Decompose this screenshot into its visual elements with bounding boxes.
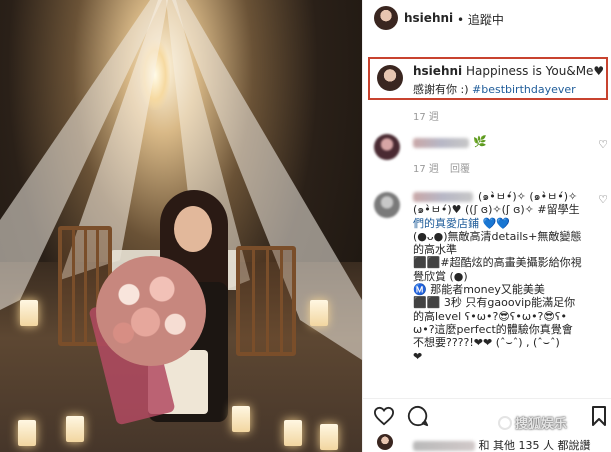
- action-divider: [363, 398, 611, 399]
- comment-reply-link[interactable]: 回覆: [450, 160, 470, 175]
- liker-avatar[interactable]: [377, 434, 393, 450]
- photo-person-face: [174, 206, 212, 252]
- flower-bouquet: [96, 256, 206, 366]
- post-photo[interactable]: [0, 0, 362, 452]
- avatar[interactable]: [374, 6, 398, 30]
- caption-hashtag[interactable]: #bestbirthdayever: [472, 83, 576, 96]
- caption-text: Happiness is You&Me♥: [466, 64, 605, 78]
- photo-chair: [236, 246, 296, 356]
- heart-outline-icon[interactable]: [373, 406, 395, 426]
- bookmark-icon[interactable]: [591, 406, 607, 426]
- candle-lantern: [320, 424, 338, 450]
- candle-lantern: [18, 420, 36, 446]
- follow-status[interactable]: • 追蹤中: [457, 11, 504, 28]
- comment-avatar[interactable]: [374, 192, 400, 218]
- watermark-logo-icon: [498, 416, 512, 430]
- caption-avatar[interactable]: [377, 65, 403, 91]
- candle-lantern: [20, 300, 38, 326]
- comment-avatar[interactable]: [374, 134, 400, 160]
- comment-time: 17 週: [413, 164, 439, 175]
- candle-lantern: [66, 416, 84, 442]
- caption-username[interactable]: hsiehni: [413, 64, 462, 78]
- blurred-username[interactable]: [413, 138, 469, 148]
- candle-lantern: [310, 300, 328, 326]
- post-sidebar: hsiehni • 追蹤中 hsiehni Happiness is You&M…: [362, 0, 611, 452]
- header-username[interactable]: hsiehni: [404, 11, 453, 25]
- blurred-username[interactable]: [413, 441, 475, 451]
- candle-lantern: [232, 406, 250, 432]
- emoji-icon: 🌿: [473, 135, 487, 148]
- comment-text: (๑•̀ㅂ•́)✧ (๑•̀ㅂ•́)✧ (๑•̀ㅂ•́)♥ ((ʃ ɞ)✧(ʃ …: [413, 190, 582, 363]
- candle-lantern: [284, 420, 302, 446]
- speech-bubble-icon[interactable]: [407, 405, 429, 427]
- caption-time: 17 週: [413, 112, 439, 123]
- post-header: hsiehni • 追蹤中: [363, 0, 611, 36]
- caption-line2: 感謝有你 :) #bestbirthdayever: [413, 83, 576, 96]
- watermark: 搜狐娱乐: [498, 413, 567, 432]
- likes-summary[interactable]: 和 其他 135 人 都說讚: [413, 437, 590, 452]
- comment-like-heart-icon[interactable]: ♡: [597, 139, 609, 151]
